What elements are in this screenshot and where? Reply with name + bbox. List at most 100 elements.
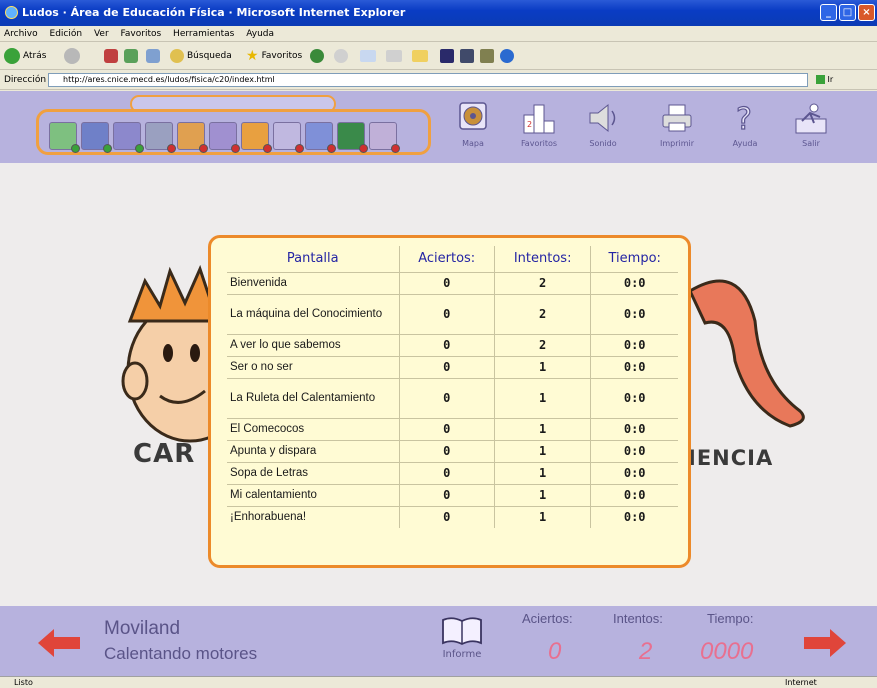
tools-button[interactable] (480, 47, 494, 65)
menu-ayuda[interactable]: Ayuda (246, 29, 274, 39)
row-name: ¡Enhorabuena! (227, 505, 400, 528)
maximize-button[interactable]: □ (839, 4, 856, 21)
printer-icon (386, 50, 402, 62)
header-tiempo: Tiempo: (590, 246, 678, 273)
row-name: Ser o no ser (227, 355, 400, 378)
print-toolbar-button[interactable] (386, 47, 402, 65)
score-table-header: Pantalla Aciertos: Intentos: Tiempo: (227, 246, 678, 273)
row-tiempo: 0:0 (590, 293, 678, 334)
row-intentos: 1 (494, 439, 592, 462)
forward-arrow-icon (64, 48, 80, 64)
row-aciertos: 0 (399, 505, 495, 528)
intentos-label: Intentos: (613, 611, 663, 626)
aciertos-value: 0 (548, 638, 562, 665)
aciertos-label: Aciertos: (522, 611, 573, 626)
tools-icon (480, 49, 494, 63)
search-label: Búsqueda (187, 51, 232, 61)
security-zone: Internet (785, 678, 817, 687)
row-tiempo: 0:0 (590, 333, 678, 356)
page-content: Mapa 2 Favoritos Sonido Imprimir ? Ayuda… (0, 91, 877, 676)
go-button[interactable]: Ir (816, 73, 838, 87)
research-icon (460, 49, 474, 63)
score-report-panel: Pantalla Aciertos: Intentos: Tiempo: Bie… (208, 235, 691, 568)
menu-ver[interactable]: Ver (94, 29, 109, 39)
row-name: Sopa de Letras (227, 461, 400, 484)
table-row: Bienvenida 0 2 0:0 (227, 271, 678, 294)
table-row: Mi calentamiento 0 1 0:0 (227, 483, 678, 506)
informe-button[interactable]: Informe (434, 616, 490, 660)
close-button[interactable]: × (858, 4, 875, 21)
row-intentos: 1 (494, 461, 592, 484)
row-name: Bienvenida (227, 271, 400, 294)
browser-status-bar: Listo Internet (0, 676, 877, 688)
row-aciertos: 0 (399, 417, 495, 440)
research-button[interactable] (460, 47, 474, 65)
search-button[interactable]: Búsqueda (170, 47, 232, 65)
back-arrow-icon (4, 48, 20, 64)
messenger-button[interactable] (440, 47, 454, 65)
row-name: A ver lo que sabemos (227, 333, 400, 356)
address-url: http://ares.cnice.mecd.es/ludos/fisica/c… (63, 75, 275, 84)
history-icon (334, 49, 348, 63)
next-arrow-icon[interactable] (804, 628, 846, 658)
address-input[interactable]: http://ares.cnice.mecd.es/ludos/fisica/c… (48, 73, 808, 87)
row-tiempo: 0:0 (590, 505, 678, 528)
back-button[interactable]: Atrás (4, 47, 46, 65)
previous-arrow-icon[interactable] (38, 628, 80, 658)
row-aciertos: 0 (399, 377, 495, 418)
address-label: Dirección (4, 75, 47, 85)
row-tiempo: 0:0 (590, 355, 678, 378)
media-button[interactable] (310, 47, 324, 65)
row-name: La máquina del Conocimiento (227, 293, 400, 334)
menu-herramientas[interactable]: Herramientas (173, 29, 234, 39)
history-button[interactable] (334, 47, 348, 65)
stop-button[interactable] (104, 47, 118, 65)
ie-logo-icon (5, 6, 18, 19)
open-book-icon (442, 617, 482, 646)
title-bar: Ludos · Área de Educación Física · Micro… (0, 0, 877, 26)
tiempo-value: 0000 (700, 638, 754, 665)
folder-button[interactable] (412, 47, 428, 65)
address-bar: Dirección http://ares.cnice.mecd.es/ludo… (0, 70, 877, 90)
bottom-status-band: Moviland Calentando motores Informe Acie… (0, 606, 877, 676)
forward-button[interactable] (64, 47, 80, 65)
favorites-button[interactable]: ★ Favoritos (246, 47, 302, 65)
table-row: La Ruleta del Calentamiento 0 1 0:0 (227, 377, 678, 418)
row-aciertos: 0 (399, 333, 495, 356)
table-row: Apunta y dispara 0 1 0:0 (227, 439, 678, 462)
row-intentos: 2 (494, 271, 592, 294)
row-intentos: 1 (494, 377, 592, 418)
refresh-button[interactable] (124, 47, 138, 65)
informe-label: Informe (442, 649, 482, 660)
row-aciertos: 0 (399, 483, 495, 506)
row-aciertos: 0 (399, 439, 495, 462)
table-row: Sopa de Letras 0 1 0:0 (227, 461, 678, 484)
table-row: ¡Enhorabuena! 0 1 0:0 (227, 505, 678, 528)
mail-button[interactable] (360, 47, 376, 65)
back-label: Atrás (23, 51, 47, 61)
row-name: Apunta y dispara (227, 439, 400, 462)
menu-favoritos[interactable]: Favoritos (121, 29, 162, 39)
minimize-button[interactable]: _ (820, 4, 837, 21)
messenger2-button[interactable] (500, 47, 514, 65)
row-intentos: 2 (494, 333, 592, 356)
menu-edicion[interactable]: Edición (50, 29, 83, 39)
folder-icon (412, 50, 428, 62)
row-name: El Comecocos (227, 417, 400, 440)
activity-title: Moviland (104, 618, 181, 639)
favorites-label: Favoritos (261, 51, 303, 61)
row-tiempo: 0:0 (590, 377, 678, 418)
row-tiempo: 0:0 (590, 271, 678, 294)
browser-toolbar: Atrás Búsqueda ★ Favoritos (0, 42, 877, 70)
home-button[interactable] (146, 47, 160, 65)
browser-window: Ludos · Área de Educación Física · Micro… (0, 0, 877, 688)
header-intentos: Intentos: (494, 246, 592, 273)
row-name: Mi calentamiento (227, 483, 400, 506)
row-tiempo: 0:0 (590, 439, 678, 462)
row-intentos: 1 (494, 355, 592, 378)
people-icon (500, 49, 514, 63)
table-row: La máquina del Conocimiento 0 2 0:0 (227, 293, 678, 334)
row-aciertos: 0 (399, 293, 495, 334)
row-intentos: 1 (494, 417, 592, 440)
menu-archivo[interactable]: Archivo (4, 29, 38, 39)
